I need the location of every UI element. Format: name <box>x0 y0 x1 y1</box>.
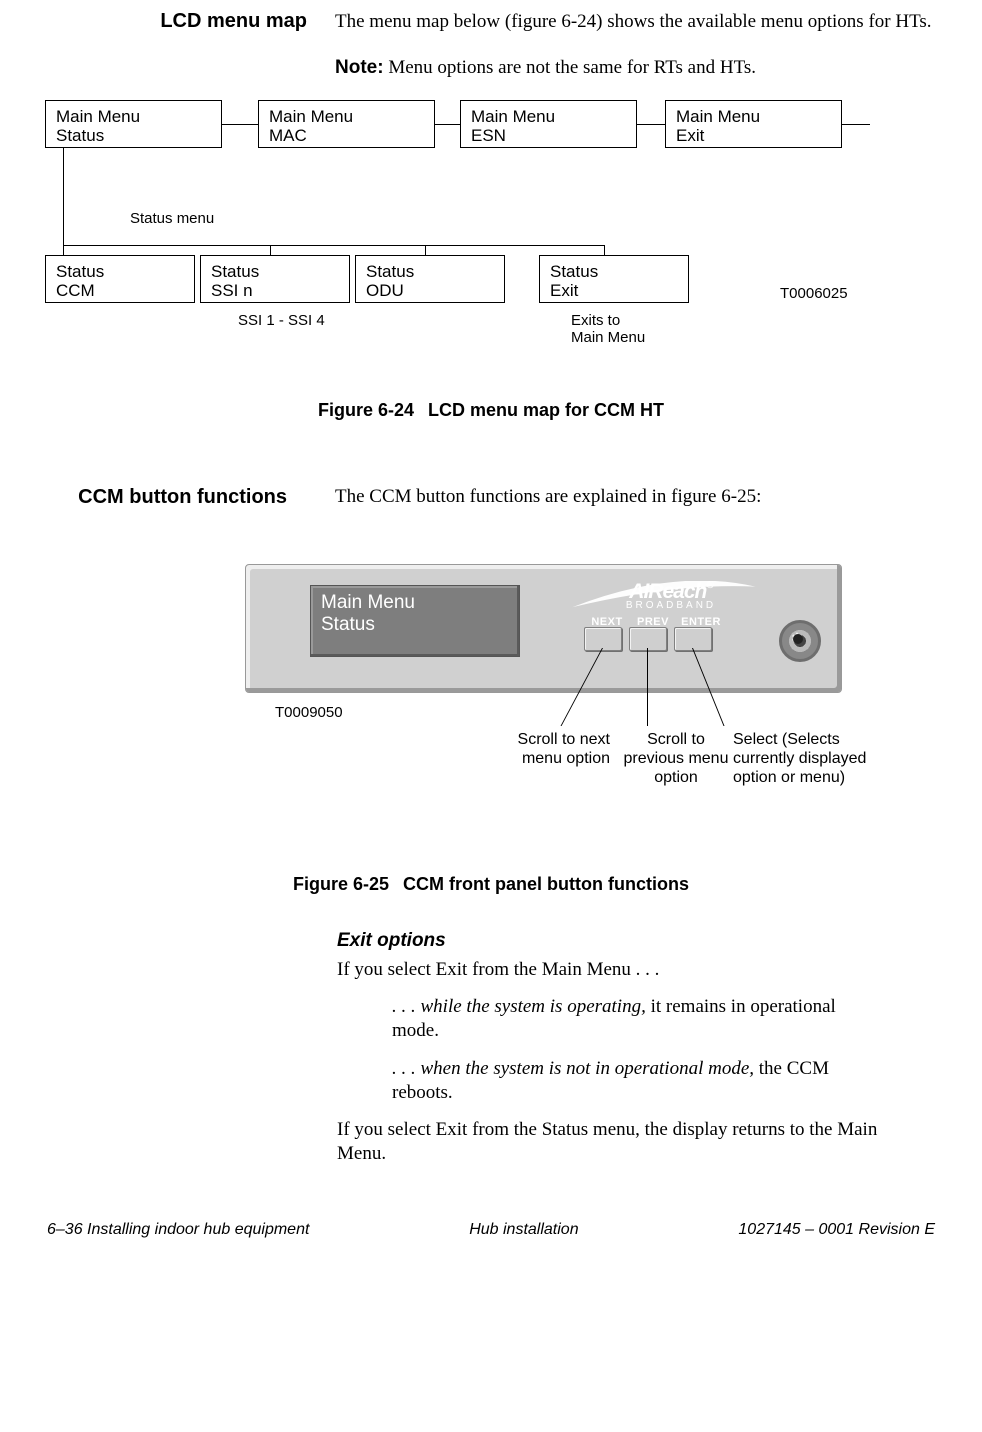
box-line2: ODU <box>366 281 494 301</box>
lcd-menu-map-diagram: Main Menu Status Main Menu MAC Main Menu… <box>45 100 937 400</box>
box-line1: Status <box>56 262 184 282</box>
lcd-line1: Main Menu <box>321 592 509 615</box>
exit-p3-italic: . . . when the system is not in operatio… <box>392 1058 754 1079</box>
box-line1: Main Menu <box>269 107 424 127</box>
main-menu-mac-box: Main Menu MAC <box>258 100 435 148</box>
ccm-front-panel-figure: Main Menu Status AIReach® BROADBAND NEXT… <box>245 564 905 864</box>
note-label: Note: <box>335 57 384 78</box>
exit-p4: If you select Exit from the Status menu,… <box>337 1118 917 1166</box>
note-text: Menu options are not the same for RTs an… <box>384 57 756 78</box>
box-line2: Exit <box>676 126 831 146</box>
figure-6-25-caption: Figure 6-25 CCM front panel button functi… <box>45 874 937 895</box>
footer-left: 6–36 Installing indoor hub equipment <box>47 1221 309 1239</box>
status-odu-box: Status ODU <box>355 255 505 303</box>
exit-p2-italic: . . . while the system is operating, <box>392 996 646 1017</box>
exit-p1: If you select Exit from the Main Menu . … <box>337 958 917 982</box>
ssi-range-label: SSI 1 - SSI 4 <box>238 312 325 329</box>
exit-p3: . . . when the system is not in operatio… <box>392 1057 852 1105</box>
box-line1: Main Menu <box>471 107 626 127</box>
section-heading-lcd-menu-map: LCD menu map <box>45 10 335 80</box>
logo-registered-icon: ® <box>706 580 712 591</box>
figure-number: Figure 6-24 <box>318 400 414 420</box>
lcd-line2: Status <box>321 614 509 637</box>
figure-number: Figure 6-25 <box>293 874 389 894</box>
box-line2: SSI n <box>211 281 339 301</box>
front-panel: Main Menu Status AIReach® BROADBAND NEXT… <box>245 564 842 693</box>
figure-title: CCM front panel button functions <box>403 874 689 894</box>
main-menu-exit-box: Main Menu Exit <box>665 100 842 148</box>
callout-next: Scroll to next menu option <box>500 730 610 768</box>
lcd-display: Main Menu Status <box>310 585 520 657</box>
exit-options-heading: Exit options <box>337 930 917 952</box>
box-line2: Exit <box>550 281 678 301</box>
logo-subtitle: BROADBAND <box>586 600 756 611</box>
section-heading-ccm-button-functions: CCM button functions <box>45 486 315 509</box>
box-line2: Status <box>56 126 211 146</box>
ccm-intro-text: The CCM button functions are explained i… <box>315 486 937 509</box>
footer-center: Hub installation <box>469 1221 578 1239</box>
figure-title: LCD menu map for CCM HT <box>428 400 664 420</box>
figure-6-24-caption: Figure 6-24 LCD menu map for CCM HT <box>45 400 937 421</box>
status-ssi-box: Status SSI n <box>200 255 350 303</box>
figure-drawing-number-2: T0009050 <box>275 704 343 721</box>
footer-right: 1027145 – 0001 Revision E <box>738 1221 935 1239</box>
status-menu-label: Status menu <box>130 210 214 227</box>
box-line2: MAC <box>269 126 424 146</box>
status-ccm-box: Status CCM <box>45 255 195 303</box>
enter-button[interactable] <box>674 627 712 651</box>
box-line1: Status <box>211 262 339 282</box>
status-exit-box: Status Exit <box>539 255 689 303</box>
callout-prev: Scroll to previous menu option <box>621 730 731 788</box>
box-line2: ESN <box>471 126 626 146</box>
aireach-logo: AIReach® BROADBAND <box>586 580 756 611</box>
next-button[interactable] <box>584 627 622 651</box>
box-line2: CCM <box>56 281 184 301</box>
box-line1: Status <box>550 262 678 282</box>
intro-text: The menu map below (figure 6-24) shows t… <box>335 10 937 34</box>
box-line1: Main Menu <box>676 107 831 127</box>
figure-drawing-number-1: T0006025 <box>780 285 848 302</box>
exits-to-main-label: Exits to Main Menu <box>571 312 691 347</box>
main-menu-status-box: Main Menu Status <box>45 100 222 148</box>
panel-port-icon: ✱ <box>779 620 821 662</box>
box-line1: Main Menu <box>56 107 211 127</box>
box-line1: Status <box>366 262 494 282</box>
callout-enter: Select (Selects currently displayed opti… <box>733 730 903 788</box>
page-footer: 6–36 Installing indoor hub equipment Hub… <box>45 1221 937 1239</box>
exit-p2: . . . while the system is operating, it … <box>392 995 852 1043</box>
main-menu-esn-box: Main Menu ESN <box>460 100 637 148</box>
